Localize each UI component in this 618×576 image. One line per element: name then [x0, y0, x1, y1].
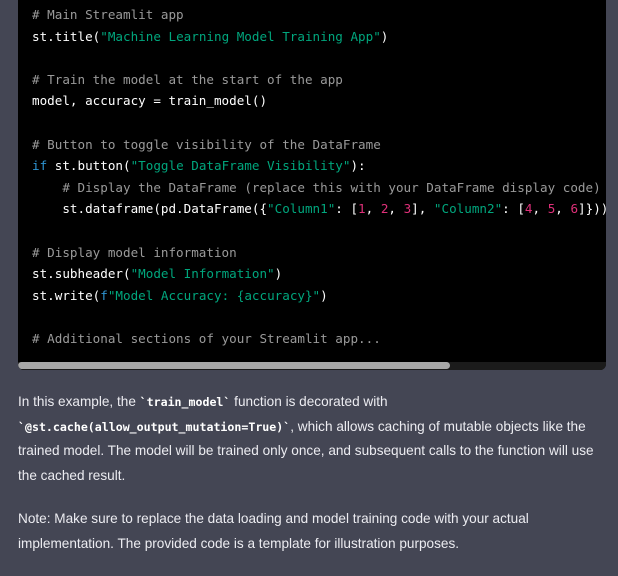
code-token: # Display model information	[32, 244, 237, 260]
inline-code-train-model: `train_model`	[139, 395, 231, 409]
paragraph-text: function is decorated with	[230, 394, 388, 409]
code-token: )	[274, 266, 283, 282]
code-line: # Train the model at the start of the ap…	[32, 69, 606, 91]
code-token: ]}))	[578, 201, 606, 217]
code-token: ],	[411, 201, 434, 217]
code-token: # Button to toggle visibility of the Dat…	[32, 136, 381, 152]
code-block: # Main Streamlit app st.title("Machine Le…	[18, 0, 606, 370]
code-line: st.write(f"Model Accuracy: {accuracy}")	[32, 285, 606, 307]
code-line: st.dataframe(pd.DataFrame({"Column1": [1…	[32, 198, 606, 220]
code-token: "Toggle DataFrame Visibility"	[130, 158, 351, 174]
code-line: # Main Streamlit app	[32, 4, 606, 26]
code-token: # Additional sections of your Streamlit …	[32, 330, 381, 346]
code-line: st.subheader("Model Information")	[32, 263, 606, 285]
code-token: )	[320, 287, 328, 303]
code-token: 4	[524, 201, 533, 217]
code-token: # Main Streamlit app	[32, 7, 184, 22]
code-line: # Display model information	[32, 242, 606, 264]
inline-code-cache-decorator: `@st.cache(allow_output_mutation=True)`	[18, 419, 291, 434]
horizontal-scrollbar-thumb[interactable]	[18, 362, 450, 369]
response-text: In this example, the `train_model` funct…	[18, 390, 608, 576]
code-line: model, accuracy = train_model()	[32, 90, 606, 112]
code-token: "Model Information"	[130, 266, 275, 282]
code-token: "Column2"	[433, 201, 503, 217]
code-token: ,	[388, 201, 404, 217]
code-line: # Additional sections of your Streamlit …	[32, 328, 606, 350]
code-token: 1	[358, 201, 366, 217]
code-token: "Machine Learning Model Training App"	[100, 28, 381, 44]
code-token: f	[100, 287, 108, 303]
code-token: st.button(	[47, 158, 131, 174]
code-token: : [	[502, 201, 525, 217]
paragraph-text: In this example, the	[18, 394, 140, 409]
code-token: ,	[532, 201, 548, 217]
code-token: ,	[365, 201, 381, 217]
code-token: st.title(	[32, 28, 101, 44]
code-line: # Button to toggle visibility of the Dat…	[32, 134, 606, 156]
code-token: )	[380, 28, 389, 44]
code-token: st.subheader(	[32, 266, 131, 282]
note-paragraph: Note: Make sure to replace the data load…	[18, 511, 529, 551]
explanation-paragraph: In this example, the `train_model` funct…	[18, 390, 608, 488]
code-line: st.title("Machine Learning Model Trainin…	[32, 26, 606, 48]
code-text: # Main Streamlit app st.title("Machine Le…	[32, 4, 606, 350]
code-token: ):	[350, 158, 366, 174]
code-token: ,	[555, 201, 571, 217]
code-token: "Column1"	[267, 201, 336, 217]
code-token: model, accuracy = train_model()	[32, 93, 268, 109]
code-token: st.write(	[32, 287, 101, 303]
code-token: : [	[335, 201, 359, 217]
code-token: # Train the model at the start of the ap…	[32, 71, 343, 87]
code-token: st.dataframe(pd.DataFrame({	[32, 201, 268, 217]
code-token: if	[32, 158, 48, 174]
code-line: if st.button("Toggle DataFrame Visibilit…	[32, 155, 606, 177]
code-line: # Display the DataFrame (replace this wi…	[32, 177, 606, 199]
code-token: "Model Accuracy: {accuracy}"	[107, 287, 321, 303]
code-token: # Display the DataFrame (replace this wi…	[62, 179, 601, 195]
code-token: 6	[570, 201, 579, 217]
